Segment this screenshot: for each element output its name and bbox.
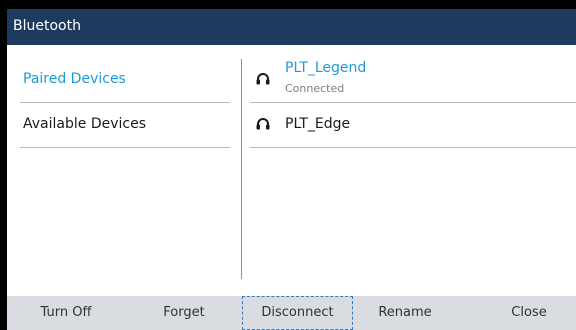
column-divider: [241, 59, 242, 279]
rename-button[interactable]: Rename: [360, 296, 450, 330]
device-name: PLT_Legend: [285, 60, 367, 76]
disconnect-button[interactable]: Disconnect: [242, 296, 353, 330]
page-title: Bluetooth: [13, 18, 81, 34]
device-name: PLT_Edge: [285, 116, 351, 132]
title-bar: Bluetooth: [7, 9, 576, 45]
turn-off-button[interactable]: Turn Off: [21, 296, 111, 330]
softkey-bar: Turn Off Forget Disconnect Rename Close: [7, 296, 576, 330]
device-status: Connected: [285, 82, 345, 95]
tab-paired-devices-label: Paired Devices: [23, 71, 126, 87]
headset-icon: [256, 73, 270, 85]
device-item-plt-edge[interactable]: PLT_Edge: [250, 103, 576, 148]
device-item-plt-legend[interactable]: PLT_Legend Connected: [250, 58, 576, 103]
tab-available-devices-label: Available Devices: [23, 116, 146, 132]
tab-paired-devices[interactable]: Paired Devices: [20, 58, 230, 103]
bluetooth-panel: Bluetooth Paired Devices Available Devic…: [7, 9, 576, 330]
phone-screen: Bluetooth Paired Devices Available Devic…: [0, 0, 576, 330]
close-button[interactable]: Close: [484, 296, 574, 330]
tab-available-devices[interactable]: Available Devices: [20, 103, 230, 148]
forget-button[interactable]: Forget: [139, 296, 229, 330]
device-category-list: Paired Devices Available Devices: [20, 58, 230, 148]
paired-device-list: PLT_Legend Connected PLT_Edge: [250, 58, 576, 148]
headset-icon: [256, 118, 270, 130]
